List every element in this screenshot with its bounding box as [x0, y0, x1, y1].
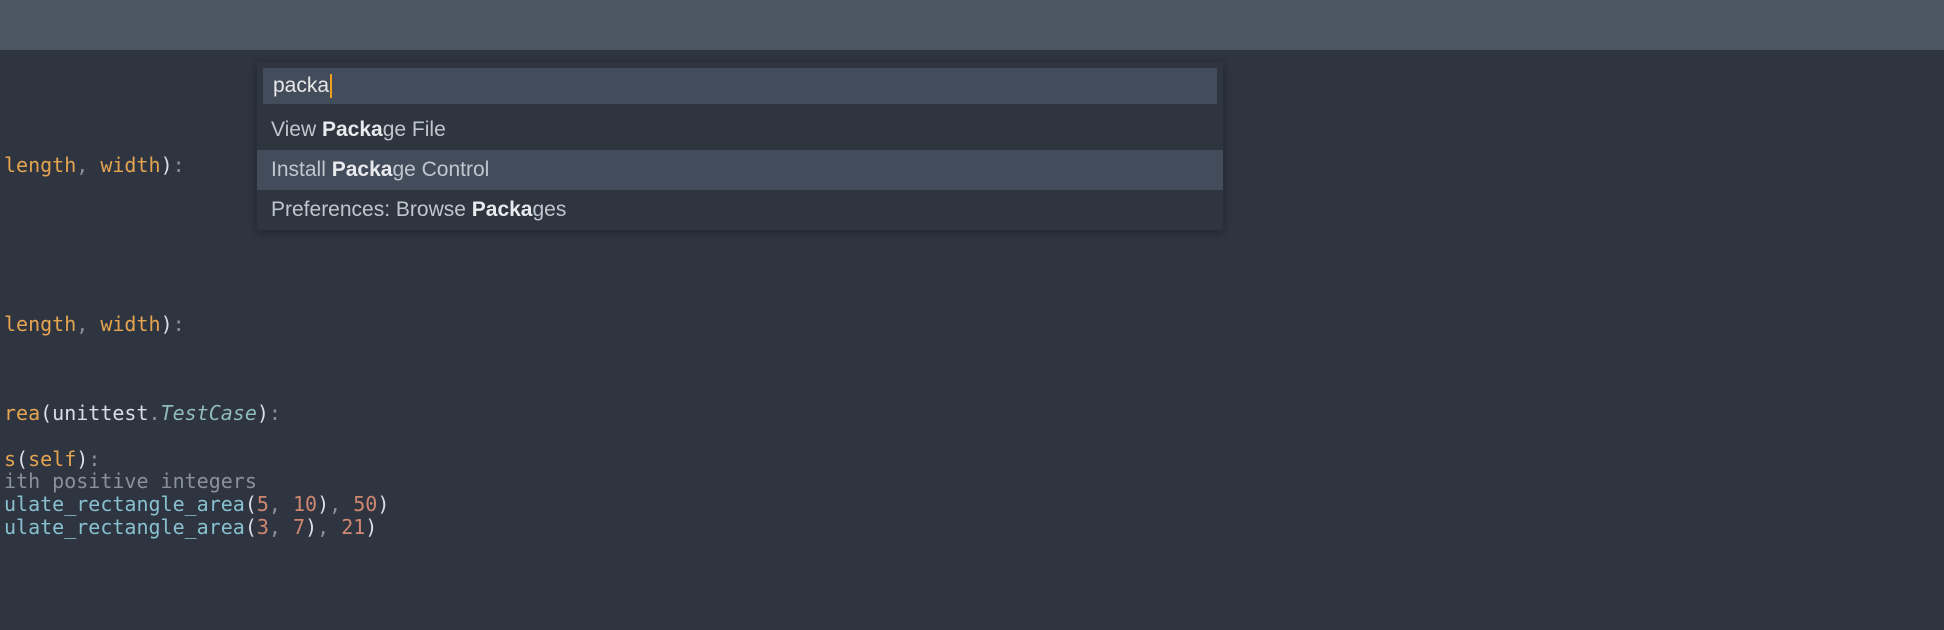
command-palette-item[interactable]: Install Package Control [257, 150, 1223, 190]
title-bar [0, 0, 1944, 50]
command-palette-item[interactable]: Preferences: Browse Packages [257, 190, 1223, 230]
command-palette-input-wrapper[interactable]: packa [263, 68, 1217, 104]
command-palette-item[interactable]: View Package File [257, 110, 1223, 150]
command-palette-input[interactable]: packa [273, 74, 332, 98]
code-line: length, width): [0, 152, 185, 178]
command-palette-results: View Package FileInstall Package Control… [257, 110, 1223, 230]
code-line: length, width): [0, 311, 185, 337]
command-palette: packa View Package FileInstall Package C… [257, 62, 1223, 230]
code-line: rea(unittest.TestCase): [0, 400, 281, 426]
text-cursor [330, 74, 332, 98]
code-line: ulate_rectangle_area(3, 7), 21) [0, 514, 377, 540]
